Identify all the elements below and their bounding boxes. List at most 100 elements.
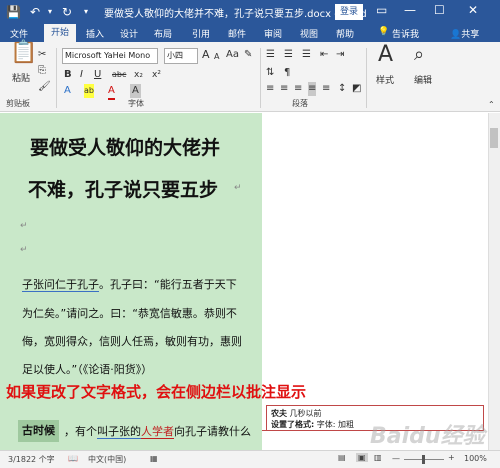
save-icon[interactable]: 💾 bbox=[6, 4, 21, 20]
share-label: 共享 bbox=[461, 30, 480, 40]
zoom-in-button[interactable]: + bbox=[448, 453, 455, 462]
line-spacing-icon[interactable]: ↕ bbox=[338, 82, 346, 96]
zoom-level[interactable]: 100% bbox=[464, 454, 487, 463]
balloon-header: 农夫 几秒以前 bbox=[271, 408, 322, 419]
increase-indent-icon[interactable]: ⇥ bbox=[336, 48, 344, 62]
highlight-button[interactable]: ab bbox=[84, 84, 94, 98]
minimize-icon[interactable]: — bbox=[404, 3, 416, 17]
undo-icon[interactable]: ↶ bbox=[30, 4, 40, 20]
zoom-slider-thumb[interactable] bbox=[422, 455, 425, 464]
font-name-select[interactable]: Microsoft YaHei Mono bbox=[62, 48, 158, 64]
font-size-select[interactable]: 小四 bbox=[164, 48, 198, 64]
underlined-phrase: 子张问仁于孔子 bbox=[22, 278, 99, 292]
body-text: ，有个叫子张的人学者向孔子请教什么 bbox=[64, 423, 251, 439]
login-button[interactable]: 登录 bbox=[335, 4, 363, 20]
print-layout-icon[interactable]: ▣ bbox=[356, 453, 368, 462]
body-line-1: 子张问仁于孔子。孔子曰：“能行五者于天下 bbox=[22, 276, 237, 292]
copy-icon[interactable]: ⎘ bbox=[38, 64, 46, 78]
styles-button[interactable]: 样式 bbox=[376, 74, 394, 88]
document-title: 要做受人敬仰的大佬并不难，孔子说只要五步.docx - Word bbox=[104, 9, 367, 20]
clipboard-group-label: 剪贴板 bbox=[6, 99, 30, 108]
maximize-icon[interactable]: ☐ bbox=[434, 3, 445, 17]
bold-button[interactable]: B bbox=[64, 68, 72, 82]
font-group-label: 字体 bbox=[128, 99, 144, 108]
paragraph-mark: ↵ bbox=[234, 183, 242, 193]
subscript-button[interactable]: x₂ bbox=[134, 68, 143, 82]
tab-references[interactable]: 引用 bbox=[192, 27, 210, 40]
status-bar: 3/1822 个字 📖 中文(中国) ▦ ▤ ▣ ▥ — + 100% bbox=[0, 450, 500, 468]
underlined-phrase: 叫子张的 bbox=[97, 425, 141, 439]
search-icon[interactable]: ⌕ bbox=[414, 46, 424, 64]
tab-home[interactable]: 开始 bbox=[44, 24, 76, 42]
redo-icon[interactable]: ↻ bbox=[62, 4, 72, 20]
read-mode-icon[interactable]: ▤ bbox=[338, 453, 346, 462]
change-case-button[interactable]: Aa bbox=[226, 48, 239, 62]
numbering-icon[interactable]: ☰ bbox=[284, 48, 293, 62]
underline-button[interactable]: U bbox=[94, 68, 101, 82]
text-effects-button[interactable]: A bbox=[64, 84, 71, 98]
customize-toolbar-icon[interactable]: ▾ bbox=[84, 4, 88, 20]
proofing-icon[interactable]: 📖 bbox=[68, 454, 78, 463]
paragraph-mark: ↵ bbox=[20, 221, 28, 231]
paste-label[interactable]: 粘贴 bbox=[12, 72, 30, 86]
word-count[interactable]: 3/1822 个字 bbox=[8, 454, 55, 465]
tab-file[interactable]: 文件 bbox=[10, 27, 28, 40]
tab-layout[interactable]: 布局 bbox=[154, 27, 172, 40]
multilevel-list-icon[interactable]: ☰ bbox=[302, 48, 311, 62]
collapse-ribbon-icon[interactable]: ⌃ bbox=[488, 98, 495, 112]
superscript-button[interactable]: x² bbox=[152, 68, 161, 82]
zoom-out-button[interactable]: — bbox=[392, 454, 400, 463]
format-painter-icon[interactable]: 🖌 bbox=[38, 80, 51, 94]
show-marks-icon[interactable]: ¶ bbox=[284, 66, 290, 80]
strikethrough-button[interactable]: abc bbox=[112, 68, 126, 82]
paste-icon[interactable]: 📋 bbox=[10, 42, 37, 64]
scrollbar-thumb[interactable] bbox=[490, 128, 498, 148]
distribute-icon[interactable]: ≡ bbox=[322, 82, 330, 96]
tell-me-box[interactable]: 告诉我 bbox=[392, 27, 419, 40]
align-center-icon[interactable]: ≡ bbox=[280, 82, 288, 96]
justify-icon[interactable]: ≡ bbox=[308, 82, 317, 96]
annotation-caption: 如果更改了文字格式，会在侧边栏以批注显示 bbox=[6, 383, 307, 401]
edit-button[interactable]: 编辑 bbox=[414, 74, 432, 88]
body-text: 。孔子曰：“能行五者于天下 bbox=[99, 278, 237, 291]
tab-mailings[interactable]: 邮件 bbox=[228, 27, 246, 40]
styles-icon[interactable]: A bbox=[378, 44, 393, 66]
shrink-font-button[interactable]: A bbox=[214, 50, 219, 64]
document-heading-line1: 要做受人敬仰的大佬并 bbox=[30, 137, 221, 159]
italic-button[interactable]: I bbox=[80, 68, 83, 82]
body-line-5: 古时候 ，有个叫子张的人学者向孔子请教什么 bbox=[0, 418, 262, 444]
font-color-button[interactable]: A bbox=[108, 84, 115, 100]
web-layout-icon[interactable]: ▥ bbox=[374, 453, 382, 462]
title-bar: 💾 ↶ ▾ ↻ ▾ 要做受人敬仰的大佬并不难，孔子说只要五步.docx - Wo… bbox=[0, 0, 500, 24]
tab-view[interactable]: 视图 bbox=[300, 27, 318, 40]
ribbon-display-icon[interactable]: ▭ bbox=[376, 3, 387, 17]
char-shading-button[interactable]: A bbox=[130, 84, 141, 98]
bullets-icon[interactable]: ☰ bbox=[266, 48, 275, 62]
group-divider bbox=[56, 48, 57, 108]
format-value: 字体: 加粗 bbox=[316, 420, 354, 429]
undo-dropdown-icon[interactable]: ▾ bbox=[48, 4, 52, 20]
tab-design[interactable]: 设计 bbox=[120, 27, 138, 40]
tab-insert[interactable]: 插入 bbox=[86, 27, 104, 40]
align-left-icon[interactable]: ≡ bbox=[266, 82, 274, 96]
format-label: 设置了格式: bbox=[271, 420, 315, 429]
vertical-scrollbar[interactable] bbox=[488, 113, 500, 450]
share-button[interactable]: 👤共享 bbox=[450, 27, 479, 40]
clear-format-icon[interactable]: ✎ bbox=[244, 48, 252, 62]
align-right-icon[interactable]: ≡ bbox=[294, 82, 302, 96]
paragraph-group-label: 段落 bbox=[292, 99, 308, 108]
bold-word: 古时候 bbox=[18, 420, 59, 442]
cut-icon[interactable]: ✂ bbox=[38, 48, 46, 62]
macro-icon[interactable]: ▦ bbox=[150, 454, 158, 463]
lightbulb-icon: 💡 bbox=[378, 27, 390, 37]
decrease-indent-icon[interactable]: ⇤ bbox=[320, 48, 328, 62]
close-icon[interactable]: ✕ bbox=[468, 3, 478, 17]
language-indicator[interactable]: 中文(中国) bbox=[88, 454, 126, 465]
sort-icon[interactable]: ⇅ bbox=[266, 66, 274, 80]
tab-review[interactable]: 审阅 bbox=[264, 27, 282, 40]
tab-help[interactable]: 帮助 bbox=[336, 27, 354, 40]
grow-font-button[interactable]: A bbox=[202, 48, 210, 62]
shading-icon[interactable]: ◩ bbox=[352, 82, 361, 96]
body-text-part: 向孔子请教什么 bbox=[174, 425, 251, 438]
comment-time: 几秒以前 bbox=[289, 409, 322, 418]
